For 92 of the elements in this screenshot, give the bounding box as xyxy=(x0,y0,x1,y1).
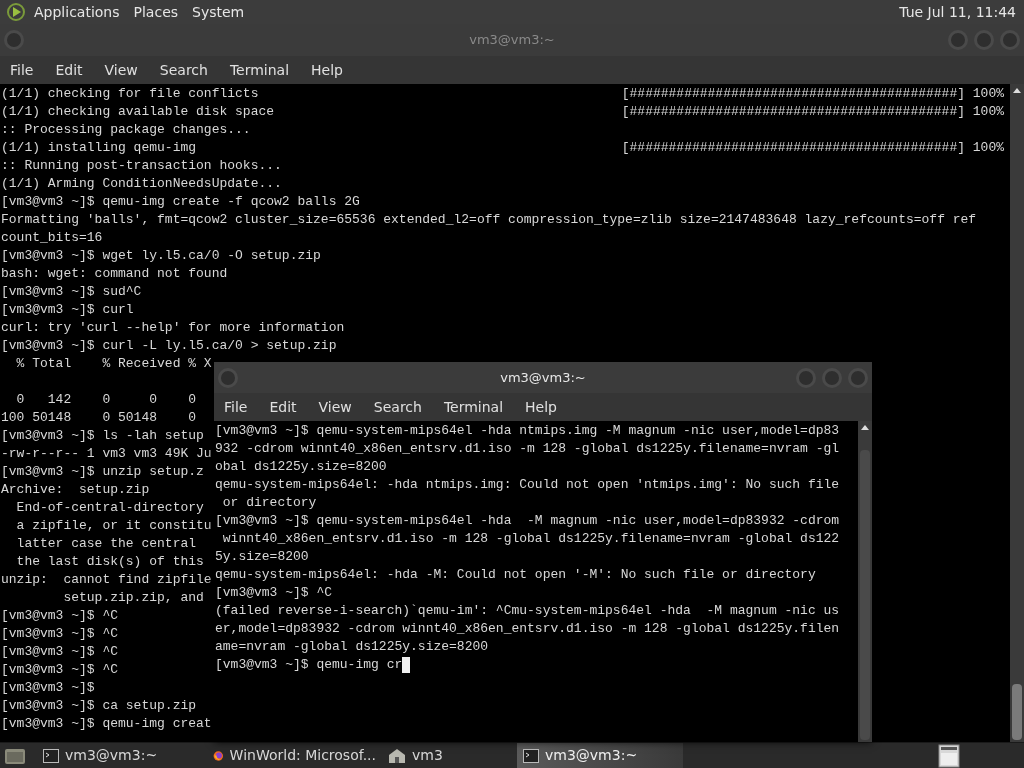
clock[interactable]: Tue Jul 11, 11:44 xyxy=(899,1,1018,23)
terminal-line: curl: try 'curl --help' for more information xyxy=(1,319,345,337)
panel-menu[interactable]: Places xyxy=(133,1,179,23)
menu-item[interactable]: View xyxy=(104,59,138,81)
terminal-line: (1/1) installing qemu-img xyxy=(1,139,197,157)
taskbar-button[interactable]: WinWorld: Microsof... xyxy=(207,743,382,768)
terminal-line: :: Processing package changes... xyxy=(1,121,251,139)
scrollbar[interactable] xyxy=(1010,84,1024,742)
terminal-line: [vm3@vm3 ~]$ qemu-img creat xyxy=(1,715,212,733)
menu-item[interactable]: Search xyxy=(159,59,208,81)
terminal-line: qemu-system-mips64el: -hda -M: Could not open '-M': No such file or directory xyxy=(215,566,816,584)
close-button[interactable] xyxy=(848,367,868,388)
terminal-line: [vm3@vm3 ~]$ qemu-system-mips64el -hda -M magnum -nic user,model=dp83932 -cdrom xyxy=(215,512,840,530)
terminal-icon xyxy=(43,748,59,763)
window-title: vm3@vm3:~ xyxy=(469,31,555,50)
terminal-line: or directory xyxy=(221,494,317,512)
menu-item[interactable]: Edit xyxy=(55,59,83,81)
workspace-icon[interactable] xyxy=(938,743,960,768)
close-button[interactable] xyxy=(1000,30,1020,50)
window-menu-button[interactable] xyxy=(218,367,238,388)
taskbar-button[interactable]: vm3 xyxy=(382,743,517,768)
terminal-line: (1/1) Arming ConditionNeedsUpdate... xyxy=(1,175,282,193)
progress-text: [##########################################] 100% xyxy=(621,85,1005,103)
terminal-line: 0 142 0 0 0 xyxy=(15,391,197,409)
scroll-thumb[interactable] xyxy=(1012,684,1022,740)
panel-menu[interactable]: Applications xyxy=(34,1,120,23)
terminal-line: count_bits=16 xyxy=(1,229,103,247)
scrollbar[interactable] xyxy=(858,421,872,742)
terminal-line: [vm3@vm3 ~]$ qemu-img cr xyxy=(215,656,403,674)
terminal-line: [vm3@vm3 ~]$ qemu-img create -f qcow2 balls 2G xyxy=(1,193,360,211)
terminal-line: [vm3@vm3 ~]$ ls -lah setup xyxy=(1,427,204,445)
terminal-line: qemu-system-mips64el: -hda ntmips.img: Could not open 'ntmips.img': No such file xyxy=(215,476,840,494)
terminal-line: [vm3@vm3 ~]$ curl xyxy=(1,301,134,319)
terminal-line: the last disk(s) of this xyxy=(15,553,204,571)
terminal-line: End-of-central-directory xyxy=(15,499,204,517)
terminal-line: er,model=dp83932 -cdrom winnt40_x86en_entsrv.d1.iso -m 128 -global ds1225y.filen xyxy=(215,620,840,638)
terminal-line: [vm3@vm3 ~]$ ^C xyxy=(1,643,119,661)
terminal-line: (failed reverse-i-search)`qemu-im': ^Cmu-system-mips64el -hda -M magnum -nic us xyxy=(215,602,840,620)
terminal-line: [vm3@vm3 ~]$ xyxy=(1,679,95,697)
panel-menu[interactable]: System xyxy=(192,1,245,23)
terminal-line: unzip: cannot find zipfile xyxy=(1,571,212,589)
menu-item[interactable]: Terminal xyxy=(443,396,504,418)
terminal-line: [vm3@vm3 ~]$ qemu-system-mips64el -hda ntmips.img -M magnum -nic user,model=dp83 xyxy=(215,422,840,440)
menu-item[interactable]: Edit xyxy=(269,396,297,418)
terminal-line: [vm3@vm3 ~]$ wget ly.l5.ca/0 -O setup.zip xyxy=(1,247,321,265)
terminal-line: :: Running post-transaction hooks... xyxy=(1,157,282,175)
terminal-line: latter case the central xyxy=(15,535,197,553)
terminal-line: winnt40_x86en_entsrv.d1.iso -m 128 -global ds1225y.filename=nvram -global ds122 xyxy=(221,530,840,548)
terminal-line: [vm3@vm3 ~]$ ^C xyxy=(1,625,119,643)
home-folder-icon xyxy=(388,747,406,764)
logo-icon[interactable] xyxy=(6,2,26,22)
terminal-line: [vm3@vm3 ~]$ ^C xyxy=(1,661,119,679)
terminal-line: (1/1) checking for file conflicts xyxy=(1,85,259,103)
minimize-button[interactable] xyxy=(796,367,816,388)
progress-text: [##########################################] 100% xyxy=(621,103,1005,121)
terminal-line: setup.zip.zip, and xyxy=(62,589,204,607)
scroll-up-arrow[interactable] xyxy=(1013,88,1021,93)
menu-item[interactable]: View xyxy=(318,396,352,418)
terminal-line: [vm3@vm3 ~]$ ca setup.zip xyxy=(1,697,197,715)
maximize-button[interactable] xyxy=(974,30,994,50)
terminal-line: 5y.size=8200 xyxy=(215,548,309,566)
taskbar-button[interactable]: vm3@vm3:~ xyxy=(517,743,683,768)
terminal-line: % Total % Received % X xyxy=(15,355,212,373)
terminal-line: a zipfile, or it constitu xyxy=(15,517,212,535)
terminal-icon xyxy=(523,748,539,763)
scroll-up-arrow[interactable] xyxy=(861,425,869,430)
menu-item[interactable]: File xyxy=(224,396,248,418)
terminal-line: -rw-r--r-- 1 vm3 vm3 49K Ju xyxy=(1,445,212,463)
terminal-line: obal ds1225y.size=8200 xyxy=(215,458,387,476)
terminal-line: Formatting 'balls', fmt=qcow2 cluster_size=65536 extended_l2=off compression_type=zlib size=2147483648 lazy_refcounts=off ref xyxy=(1,211,977,229)
maximize-button[interactable] xyxy=(822,367,842,388)
menu-item[interactable]: Terminal xyxy=(229,59,290,81)
terminal-line: 932 -cdrom winnt40_x86en_entsrv.d1.iso -m 128 -global ds1225y.filename=nvram -gl xyxy=(215,440,840,458)
menu-item[interactable]: Help xyxy=(311,59,343,81)
terminal-line: Archive: setup.zip xyxy=(1,481,150,499)
terminal-line: bash: wget: command not found xyxy=(1,265,228,283)
terminal-line: [vm3@vm3 ~]$ curl -L ly.l5.ca/0 > setup.zip xyxy=(1,337,337,355)
window-menu-button[interactable] xyxy=(4,30,24,50)
minimize-button[interactable] xyxy=(948,30,968,50)
menu-item[interactable]: File xyxy=(10,59,34,81)
menu-item[interactable]: Search xyxy=(373,396,422,418)
window-title: vm3@vm3:~ xyxy=(500,368,586,387)
terminal-line: [vm3@vm3 ~]$ ^C xyxy=(1,607,119,625)
terminal-line: (1/1) checking available disk space xyxy=(1,103,275,121)
terminal-line: 100 50148 0 50148 0 xyxy=(1,409,197,427)
menu-item[interactable]: Help xyxy=(525,396,557,418)
terminal-line: [vm3@vm3 ~]$ ^C xyxy=(215,584,333,602)
taskbar-button[interactable]: vm3@vm3:~ xyxy=(37,743,207,768)
progress-text: [##########################################] 100% xyxy=(621,139,1005,157)
terminal-line: [vm3@vm3 ~]$ unzip setup.z xyxy=(1,463,204,481)
terminal-line: [vm3@vm3 ~]$ sud^C xyxy=(1,283,142,301)
terminal-line: ame=nvram -global ds1225y.size=8200 xyxy=(215,638,489,656)
